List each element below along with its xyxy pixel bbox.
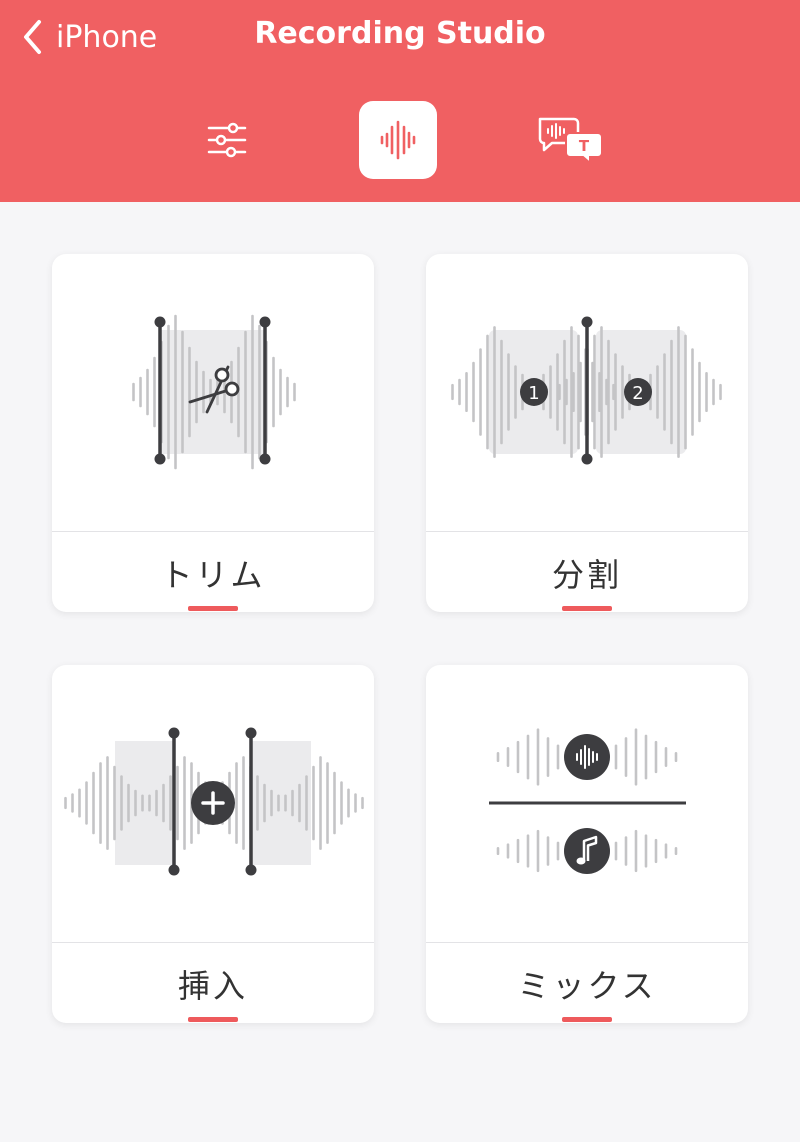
tool-card-mix[interactable]: ミックス bbox=[426, 665, 748, 1023]
label-underline bbox=[188, 606, 238, 611]
label-underline bbox=[562, 1017, 612, 1022]
tool-card-insert[interactable]: 挿入 bbox=[52, 665, 374, 1023]
tab-edit[interactable] bbox=[359, 101, 437, 179]
tool-label: 挿入 bbox=[177, 967, 248, 1005]
insert-icon bbox=[64, 727, 364, 876]
music-note-icon bbox=[564, 828, 610, 874]
tool-label: トリム bbox=[160, 556, 266, 594]
voice-track-icon bbox=[564, 734, 610, 780]
tab-settings[interactable] bbox=[188, 101, 266, 179]
page-title: Recording Studio bbox=[254, 16, 546, 51]
segment-marker-2: 2 bbox=[632, 383, 643, 404]
tool-card-trim[interactable]: トリム bbox=[52, 254, 374, 612]
trim-icon bbox=[132, 314, 296, 470]
tab-transcribe[interactable]: T bbox=[532, 101, 610, 179]
label-underline bbox=[562, 606, 612, 611]
sliders-icon bbox=[207, 122, 247, 158]
transcription-bubbles-icon: T bbox=[538, 117, 603, 165]
header-bar: iPhone Recording Studio T bbox=[0, 0, 800, 202]
segment-marker-1: 1 bbox=[528, 383, 539, 404]
mix-icon bbox=[489, 728, 686, 874]
waveform-icon bbox=[380, 120, 416, 160]
transcription-letter: T bbox=[579, 137, 590, 155]
split-icon: 1 2 bbox=[451, 316, 722, 465]
plus-icon bbox=[191, 781, 235, 825]
label-underline bbox=[188, 1017, 238, 1022]
tool-label: 分割 bbox=[551, 556, 622, 594]
tool-label: ミックス bbox=[517, 967, 657, 1005]
tool-card-split[interactable]: 1 2 分割 bbox=[426, 254, 748, 612]
